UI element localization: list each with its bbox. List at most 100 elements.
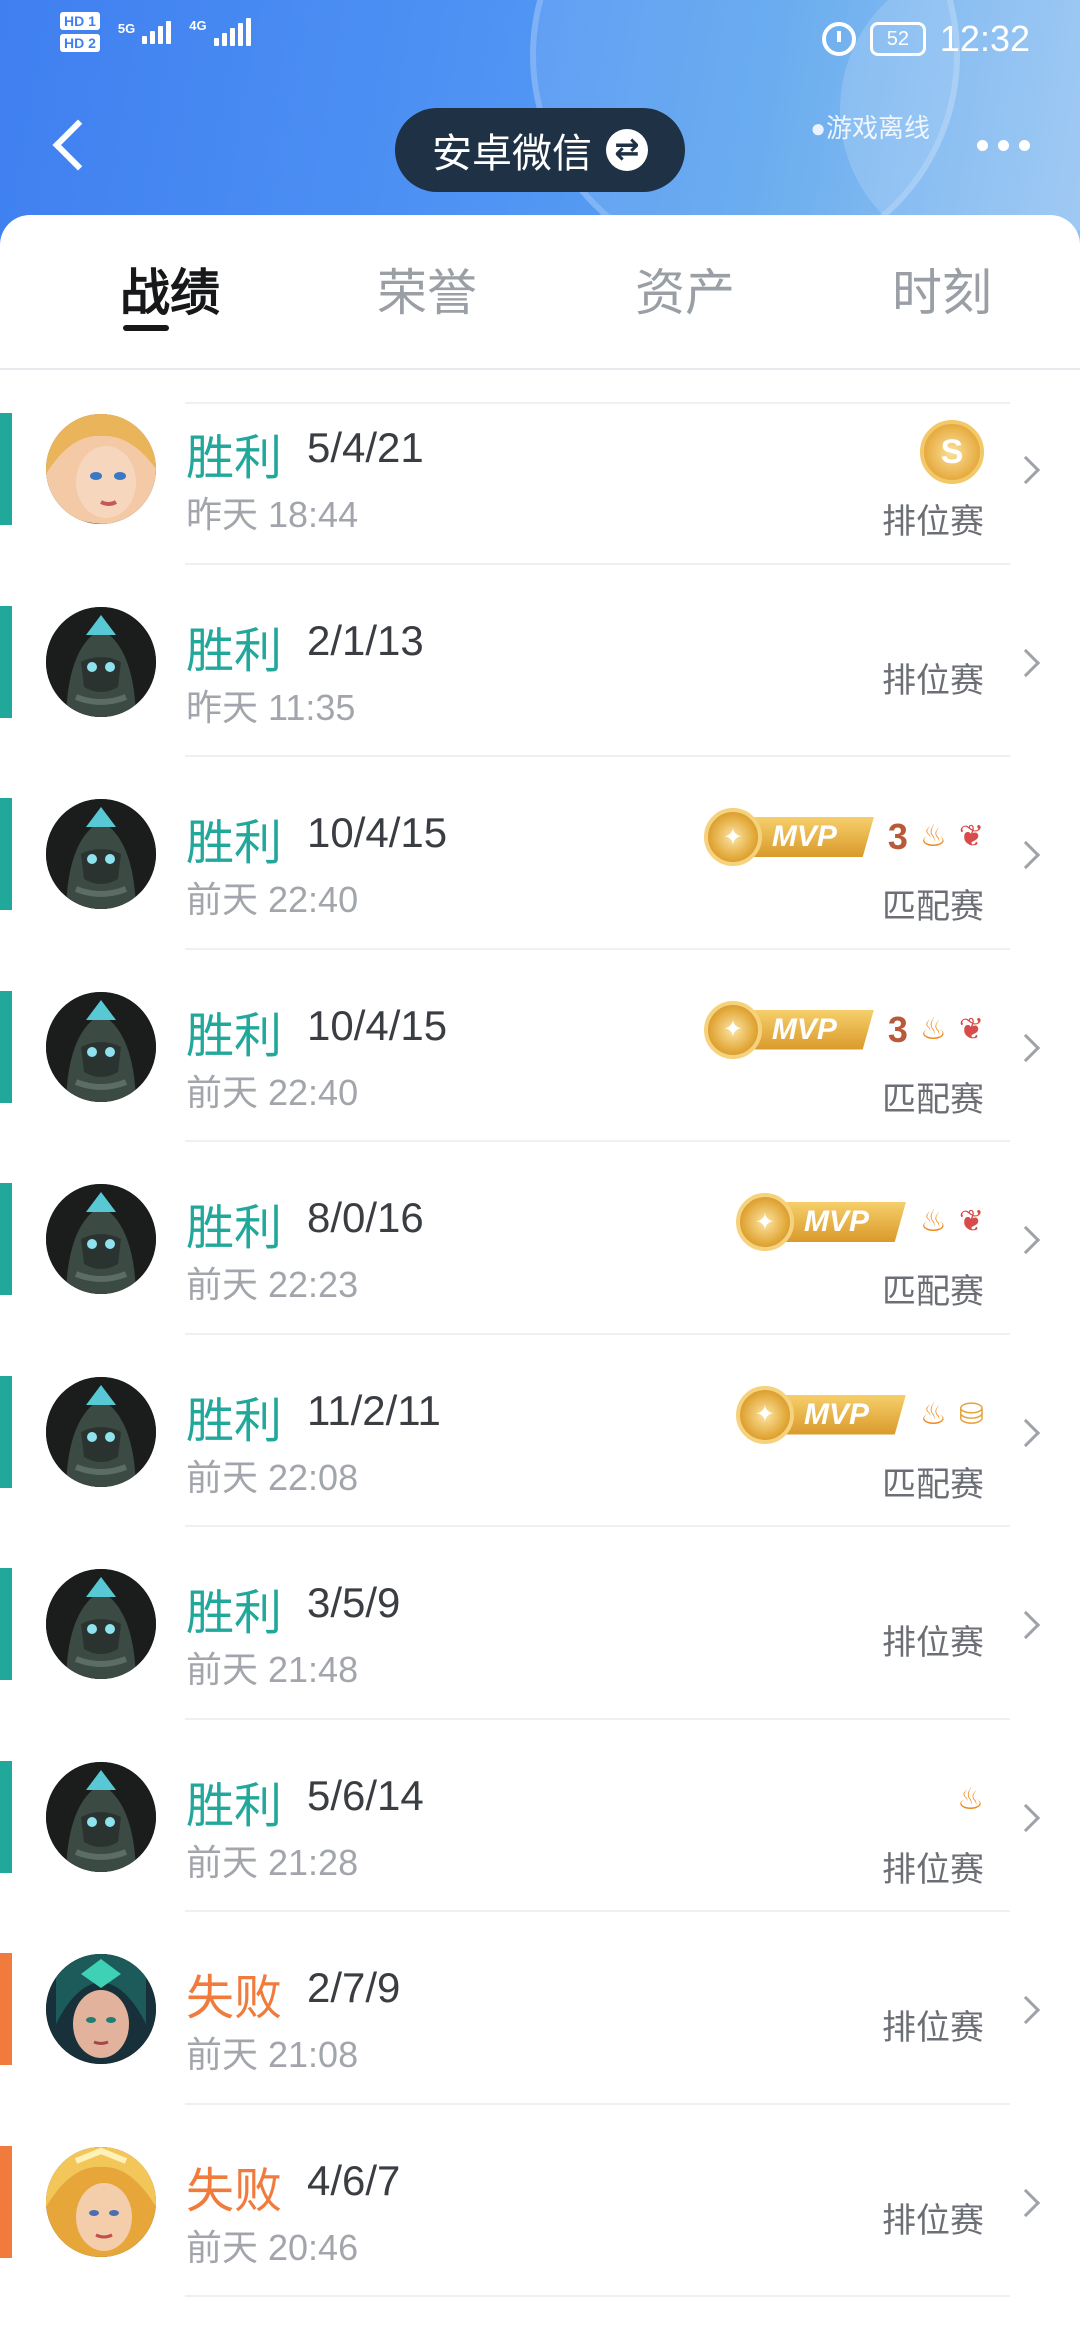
- match-result: 胜利: [186, 624, 283, 678]
- divider: [185, 755, 1010, 757]
- match-mode: 排位赛: [882, 661, 984, 700]
- chevron-right-icon: [1011, 1610, 1041, 1640]
- chevron-right-icon: [1011, 2188, 1041, 2217]
- match-result: 胜利: [186, 817, 283, 870]
- tab-assets[interactable]: 资产: [585, 253, 785, 325]
- match-result: 胜利: [186, 1779, 283, 1833]
- tab-moments[interactable]: 时刻: [842, 253, 1042, 325]
- match-timestamp: 前天 22:08: [186, 1456, 359, 1498]
- divider: [185, 2102, 1010, 2105]
- match-timestamp: 前天 21:28: [186, 1841, 359, 1883]
- lotus-icon: ❦: [958, 1012, 984, 1046]
- match-row[interactable]: 胜利 10/4/15 前天 22:40 匹配赛 ✦ MVP 3 ♨ ❦: [0, 759, 1080, 951]
- match-result: 失败: [186, 2164, 283, 2218]
- status-bar: HD 1 HD 2 5G 4G 52 12:32: [0, 0, 1080, 80]
- match-result: 胜利: [186, 1202, 283, 1255]
- result-indicator-bar: [0, 1183, 12, 1295]
- match-row[interactable]: 胜利 8/0/16 前天 22:23 匹配赛 ✦ MVP ♨ ❦: [0, 1144, 1080, 1336]
- match-row[interactable]: 胜利 3/5/9 前天 21:48 排位赛: [0, 1529, 1080, 1721]
- hero-avatar: [46, 1954, 156, 2064]
- triple-kill-icon: 3: [887, 816, 908, 857]
- chevron-right-icon: [1011, 1033, 1041, 1062]
- chevron-right-icon: [1011, 1803, 1041, 1832]
- alarm-icon: [821, 22, 856, 56]
- match-mode: 排位赛: [882, 1850, 984, 1889]
- divider: [185, 1910, 1010, 1912]
- match-row[interactable]: 胜利 5/6/14 前天 21:28 排位赛 ♨: [0, 1722, 1080, 1914]
- account-switch-button[interactable]: 安卓微信 ⇄: [395, 108, 685, 192]
- chevron-right-icon: [1011, 1225, 1041, 1255]
- match-row[interactable]: 胜利 5/4/21 昨天 18:44 排位赛 S: [0, 374, 1080, 566]
- match-list: 胜利 5/4/21 昨天 18:44 排位赛 S 胜利 2/1/13 昨天 11:35 排位赛胜…: [0, 370, 1080, 2340]
- match-row[interactable]: 胜利 10/4/15 前天 22:40 匹配赛 ✦ MVP 3 ♨ ❦: [0, 952, 1080, 1144]
- match-mode: 排位赛: [882, 2201, 984, 2240]
- kda-text: 5/6/14: [307, 1771, 424, 1819]
- kda-text: 3/5/9: [307, 1579, 401, 1626]
- hero-avatar: [46, 1376, 156, 1487]
- hero-avatar: [46, 606, 156, 717]
- triple-kill-icon: 3: [887, 1008, 908, 1050]
- match-timestamp: 前天 22:40: [186, 1071, 359, 1113]
- result-indicator-bar: [0, 1568, 12, 1680]
- hero-avatar: [46, 414, 156, 524]
- match-timestamp: 昨天 11:35: [186, 686, 356, 728]
- chevron-right-icon: [1011, 1418, 1041, 1447]
- match-timestamp: 前天 21:08: [186, 2034, 359, 2075]
- result-indicator-bar: [0, 1760, 12, 1873]
- lotus-icon: ❦: [958, 820, 984, 853]
- result-indicator-bar: [0, 1375, 12, 1488]
- divider: [185, 1525, 1010, 1527]
- s-rank-coin-icon: S: [920, 420, 984, 484]
- match-mode: 匹配赛: [882, 1080, 984, 1119]
- result-indicator-bar: [0, 1953, 12, 2065]
- kda-text: 4/6/7: [307, 2156, 401, 2204]
- swap-icon: ⇄: [606, 129, 648, 171]
- match-row[interactable]: 失败 2/7/9 前天 21:08 排位赛: [0, 1914, 1080, 2106]
- achievement-badges: S: [920, 420, 984, 484]
- coins-icon: ⛁: [958, 1397, 984, 1431]
- hero-avatar: [46, 2146, 156, 2257]
- account-label: 安卓微信: [432, 132, 592, 176]
- match-mode: 匹配赛: [882, 888, 984, 926]
- achievement-badges: ✦ MVP 3 ♨ ❦: [703, 807, 984, 867]
- divider: [185, 2295, 1010, 2297]
- hero-avatar: [46, 799, 156, 909]
- kda-text: 10/4/15: [307, 809, 448, 856]
- match-row[interactable]: 失败 4/6/7 前天 20:46 排位赛: [0, 2107, 1080, 2299]
- tab-record[interactable]: 战绩: [70, 253, 270, 325]
- chevron-right-icon: [1011, 1995, 1041, 2025]
- hd-badge: HD 2: [60, 34, 100, 52]
- kda-text: 8/0/16: [307, 1194, 424, 1241]
- back-button[interactable]: [40, 110, 104, 180]
- mvp-badge-icon: ✦ MVP: [703, 1000, 876, 1059]
- match-mode: 排位赛: [882, 503, 984, 541]
- divider: [185, 1717, 1010, 1720]
- divider: [185, 562, 1010, 565]
- divider: [185, 1332, 1010, 1335]
- achievement-badges: ♨: [957, 1770, 984, 1830]
- match-result: 胜利: [186, 1394, 283, 1448]
- achievement-badges: ✦ MVP ♨ ❦: [735, 1192, 984, 1252]
- clock: 12:32: [939, 18, 1030, 59]
- chevron-left-icon: [52, 119, 104, 171]
- divider: [185, 1140, 1010, 1142]
- match-timestamp: 前天 21:48: [186, 1649, 359, 1690]
- match-row[interactable]: 胜利 11/2/11 前天 22:08 匹配赛 ✦ MVP ♨ ⛁: [0, 1337, 1080, 1529]
- result-indicator-bar: [0, 413, 12, 525]
- result-indicator-bar: [0, 605, 12, 718]
- nav-bar: 安卓微信 ⇄ ●游戏离线: [0, 90, 1080, 200]
- more-button[interactable]: [977, 140, 1030, 151]
- hd-badge: HD 1: [60, 12, 100, 30]
- tab-bar: 战绩 荣誉 资产 时刻: [0, 215, 1080, 370]
- match-mode: 排位赛: [882, 1624, 984, 1662]
- match-timestamp: 前天 22:40: [186, 879, 359, 920]
- mvp-badge-icon: ✦ MVP: [735, 1385, 908, 1444]
- tab-honor[interactable]: 荣誉: [327, 253, 527, 325]
- match-mode: 匹配赛: [882, 1273, 984, 1311]
- match-result: 胜利: [186, 432, 283, 485]
- match-result: 胜利: [186, 1587, 283, 1640]
- chevron-right-icon: [1011, 840, 1041, 870]
- match-row[interactable]: 胜利 2/1/13 昨天 11:35 排位赛: [0, 567, 1080, 759]
- hero-avatar: [46, 1569, 156, 1679]
- result-indicator-bar: [0, 798, 12, 910]
